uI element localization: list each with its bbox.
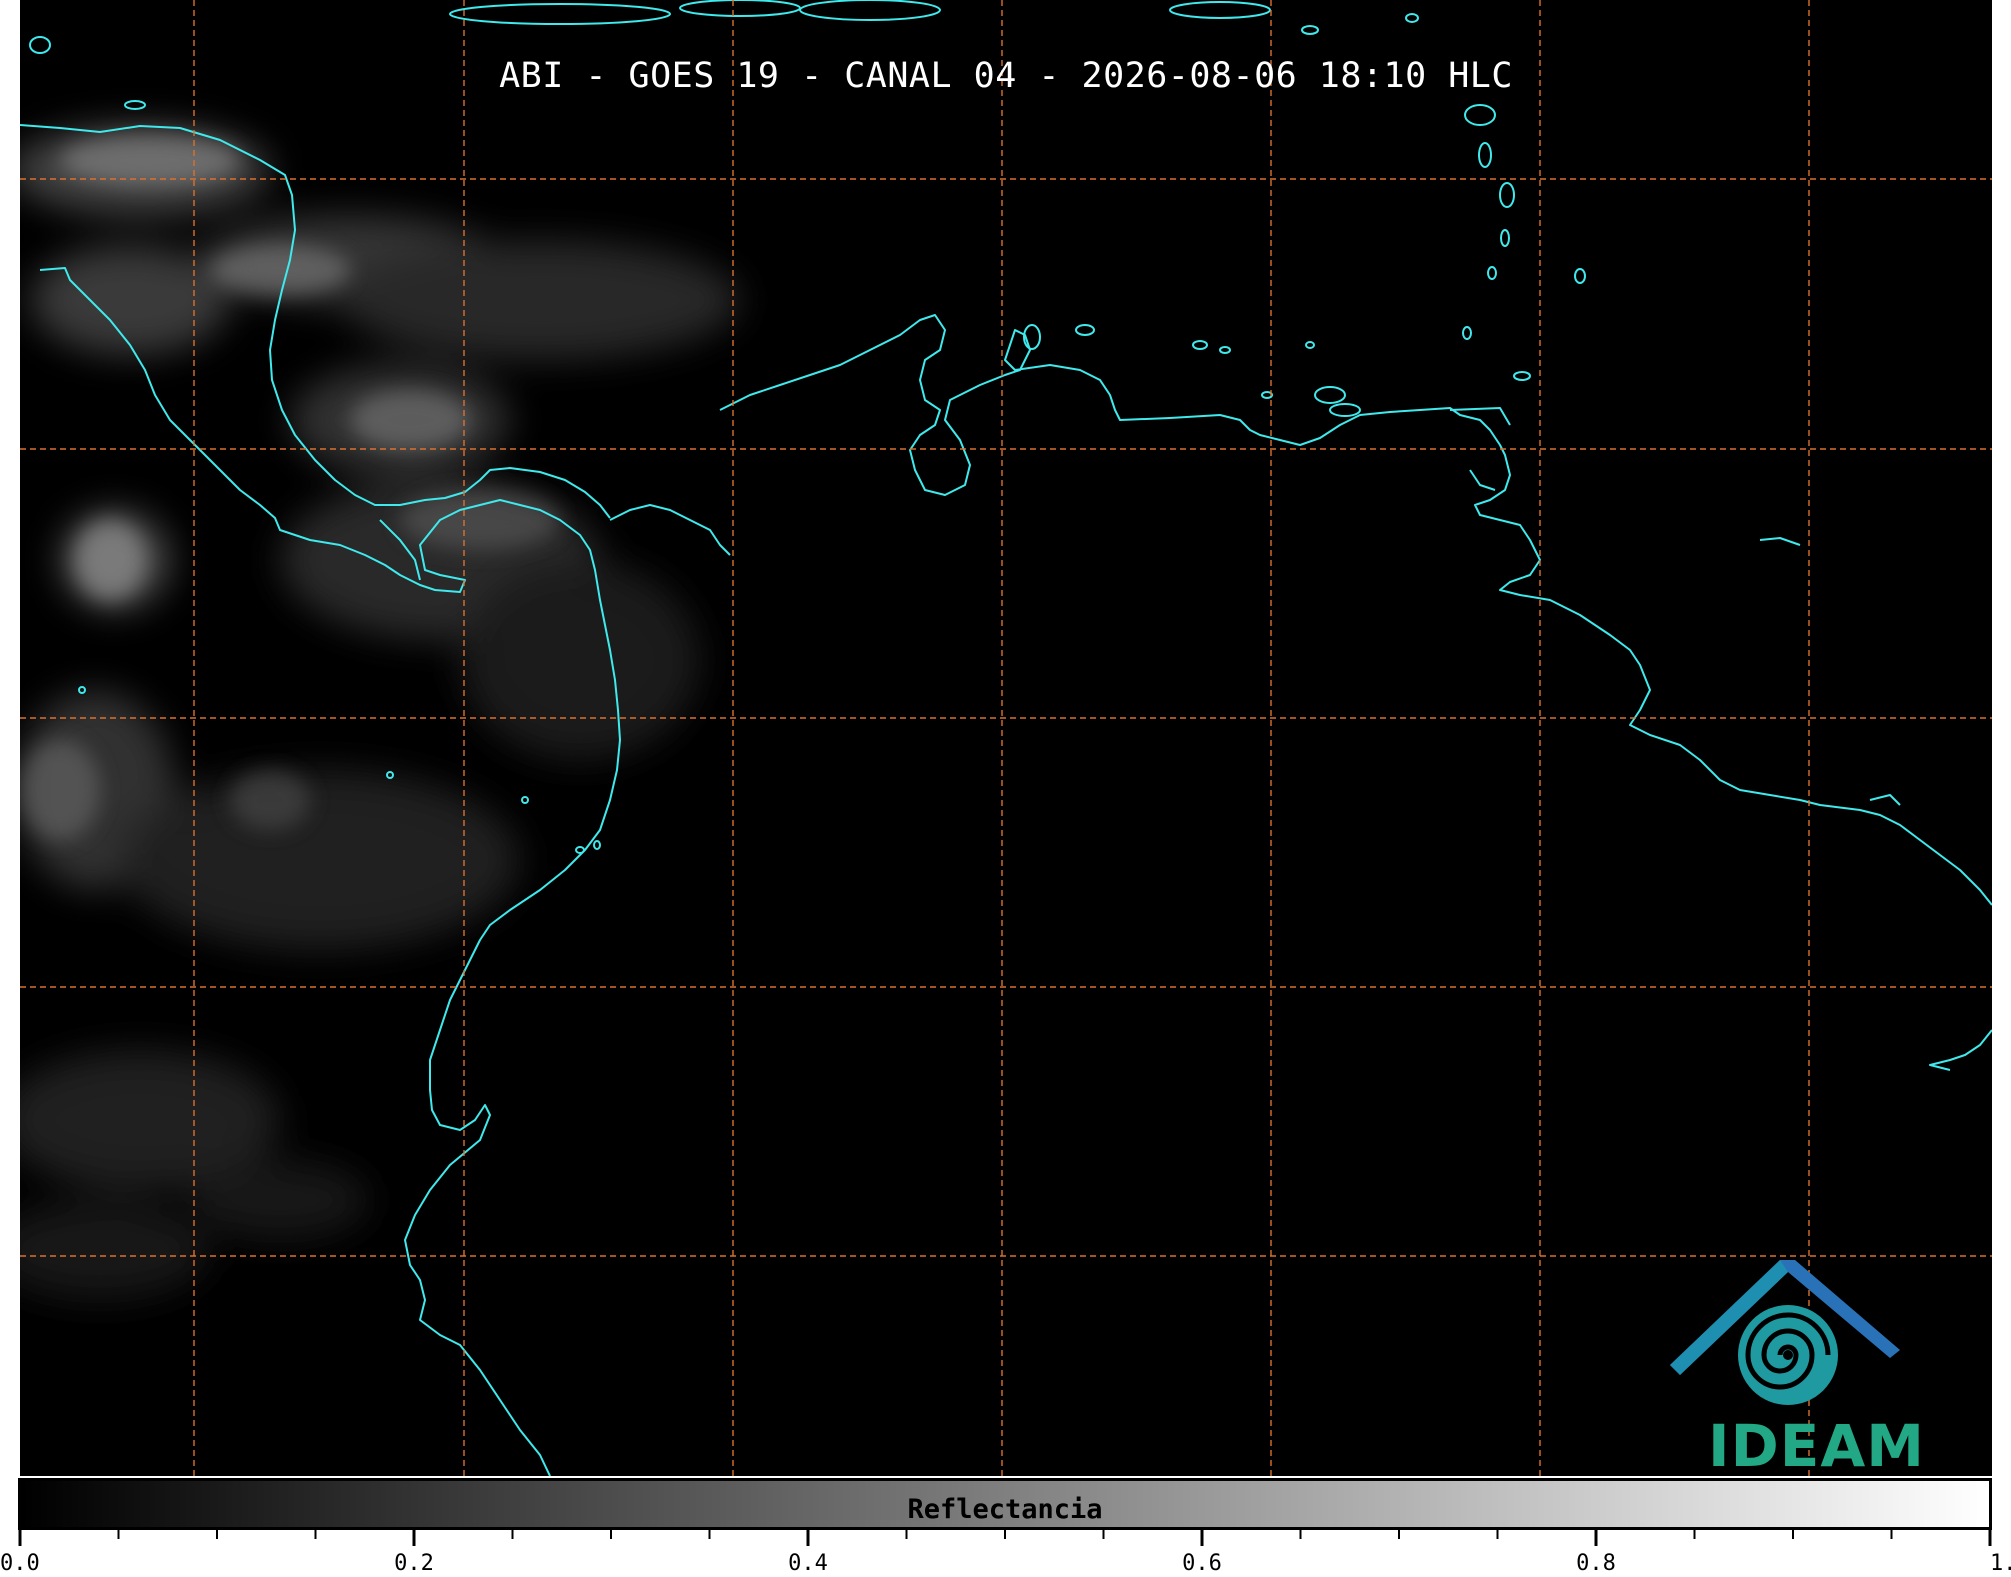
- colorbar-tick-label: 0.4: [788, 1551, 828, 1576]
- ideam-logo-text: IDEAM: [1708, 1412, 1925, 1476]
- colorbar-ticks: [18, 1530, 1992, 1546]
- colorbar-label: Reflectancia: [907, 1494, 1103, 1525]
- colorbar-tick-label: 0.2: [394, 1551, 434, 1576]
- colorbar-tick-label: 0.0: [0, 1551, 40, 1576]
- colorbar-tick-label: 0.8: [1576, 1551, 1616, 1576]
- satellite-map: ABI - GOES 19 - CANAL 04 - 2026-08-06 18…: [20, 0, 1992, 1476]
- cloud-cover: [20, 125, 740, 1300]
- colorbar-tick-label: 0.6: [1182, 1551, 1222, 1576]
- colorbar: Reflectancia: [18, 1478, 1992, 1530]
- colorbar-tick-label: 1.0: [1990, 1551, 2011, 1576]
- map-title: ABI - GOES 19 - CANAL 04 - 2026-08-06 18…: [499, 56, 1513, 96]
